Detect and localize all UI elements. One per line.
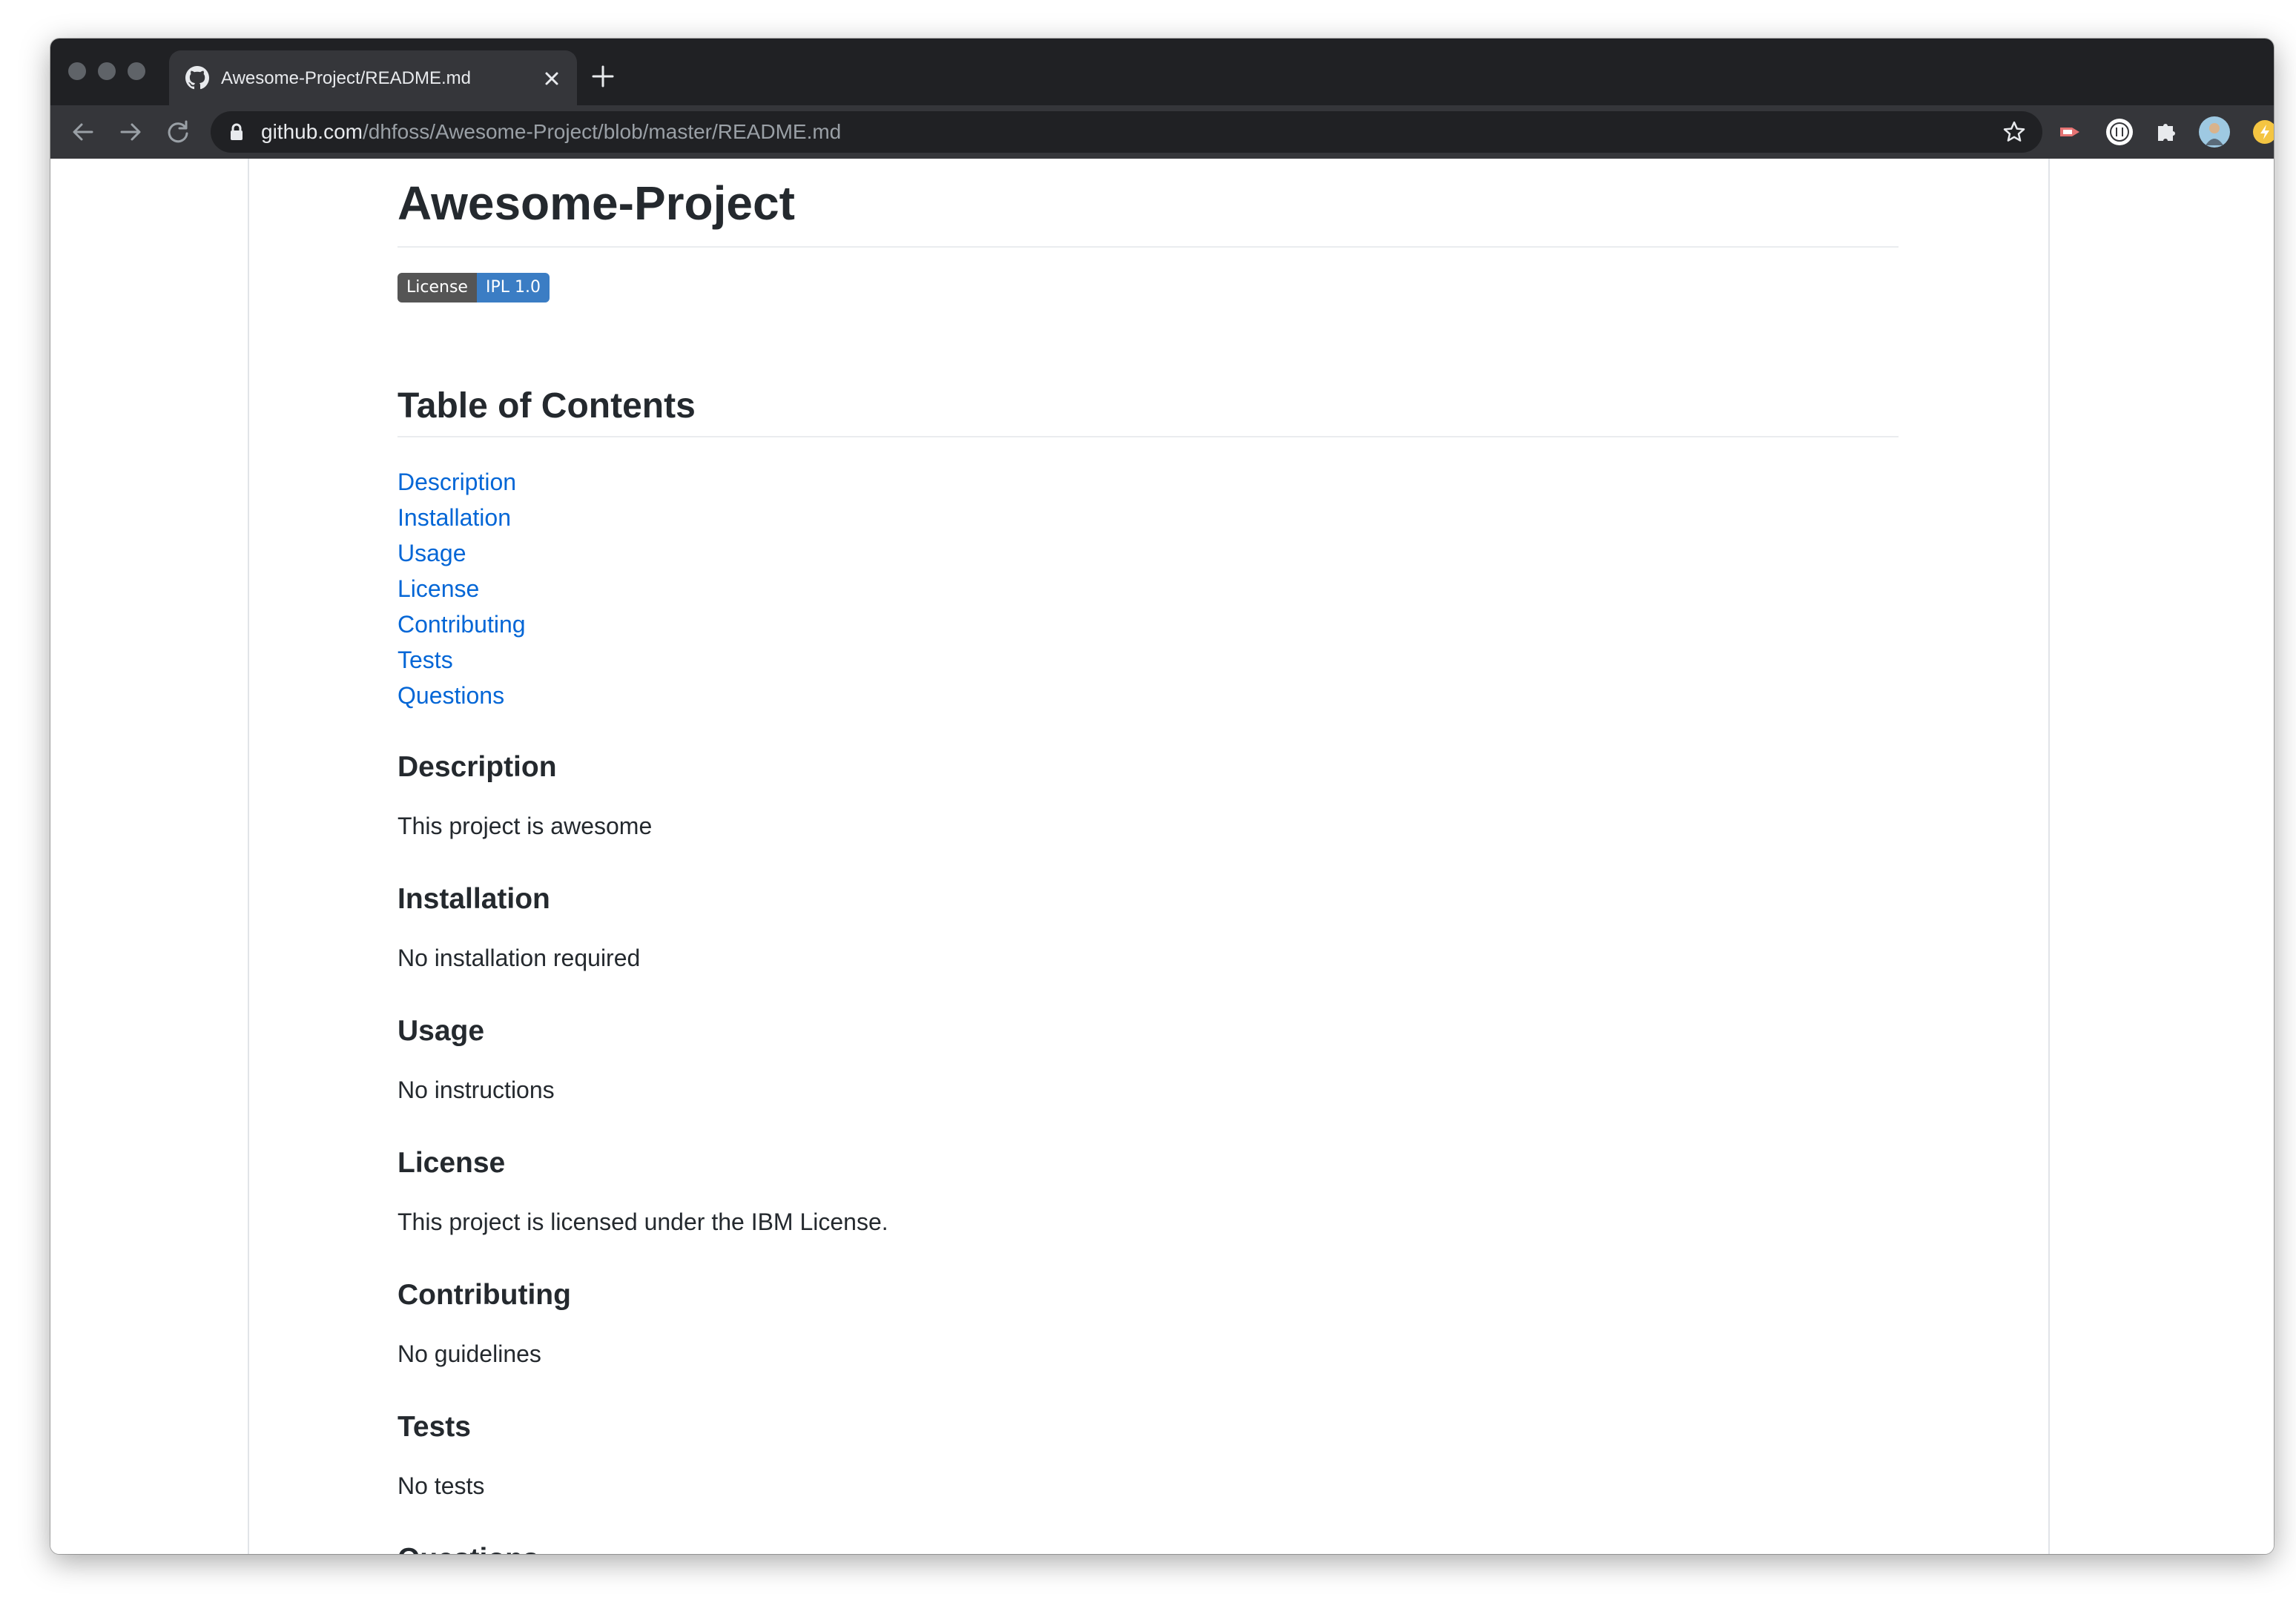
tab-strip: Awesome-Project/README.md [50,39,2274,105]
extension-icon[interactable] [2057,117,2087,147]
tab-title: Awesome-Project/README.md [221,68,471,88]
title-divider [397,246,1899,248]
right-column-border [2048,159,2050,1554]
section-text-contributing: No guidelines [397,1340,541,1367]
url-path: /dhfoss/Awesome-Project/blob/master/READ… [362,120,842,143]
url-text[interactable]: github.com/dhfoss/Awesome-Project/blob/m… [261,120,841,144]
section-text-usage: No instructions [397,1077,555,1103]
extension-circle-icon[interactable] [2105,117,2134,147]
browser-window: Awesome-Project/README.md github.com/dhf… [50,39,2274,1554]
section-text-description: This project is awesome [397,813,653,839]
toc-link-contributing[interactable]: Contributing [397,608,526,641]
toc-link-tests[interactable]: Tests [397,644,453,676]
avatar[interactable] [2198,116,2231,148]
section-text-installation: No installation required [397,945,641,971]
toc-link-license[interactable]: License [397,572,479,605]
close-icon[interactable] [540,67,564,90]
license-badge[interactable]: License IPL 1.0 [397,273,550,302]
section-heading-contributing: Contributing [397,1279,571,1311]
url-host: github.com [261,120,363,143]
back-arrow-icon[interactable] [68,117,98,147]
reload-icon[interactable] [163,117,193,147]
section-heading-license: License [397,1147,506,1179]
page-content: Awesome-Project License IPL 1.0 Table of… [50,159,2274,1554]
plus-icon[interactable] [590,64,616,89]
section-heading-installation: Installation [397,883,550,915]
badge-value: IPL 1.0 [476,273,550,302]
github-icon [185,66,209,90]
tab-title-fade [488,62,525,92]
lock-icon[interactable] [228,123,245,141]
section-text-license: This project is licensed under the IBM L… [397,1209,888,1235]
toc-link-installation[interactable]: Installation [397,501,511,534]
toc-link-description[interactable]: Description [397,466,516,498]
section-heading-questions: Questions [397,1541,539,1554]
maximize-window-button[interactable] [128,62,145,80]
toc-link-questions[interactable]: Questions [397,679,504,712]
forward-arrow-icon[interactable] [116,117,145,147]
section-heading-tests: Tests [397,1411,471,1443]
close-window-button[interactable] [68,62,86,80]
lightning-icon[interactable] [2250,117,2274,147]
left-column-border [248,159,249,1554]
address-bar[interactable]: github.com/dhfoss/Awesome-Project/blob/m… [211,111,2042,153]
minimize-window-button[interactable] [98,62,116,80]
browser-toolbar: github.com/dhfoss/Awesome-Project/blob/m… [50,105,2274,159]
star-icon[interactable] [2002,120,2026,144]
section-heading-description: Description [397,751,557,783]
tab-readme[interactable]: Awesome-Project/README.md [169,50,577,105]
readme-title: Awesome-Project [397,176,795,230]
section-text-tests: No tests [397,1472,485,1499]
puzzle-icon[interactable] [2152,117,2182,147]
toc-link-usage[interactable]: Usage [397,537,466,569]
toc-divider [397,436,1899,437]
section-heading-usage: Usage [397,1015,485,1047]
toc-heading: Table of Contents [397,386,696,426]
badge-label: License [397,273,477,302]
